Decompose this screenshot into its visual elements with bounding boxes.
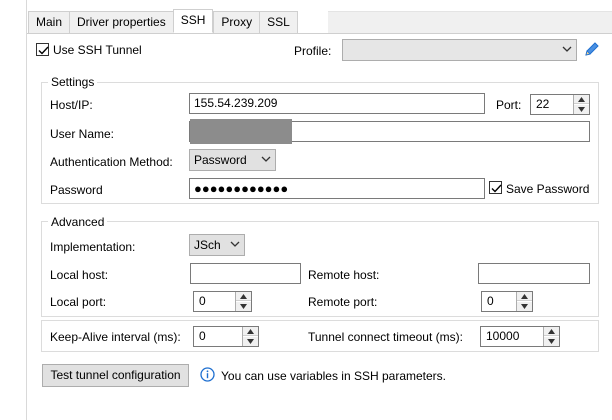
tab-strip-background bbox=[328, 11, 612, 33]
local-host-label: Local host: bbox=[50, 268, 109, 282]
settings-group-title: Settings bbox=[48, 75, 98, 89]
profile-label: Profile: bbox=[294, 44, 332, 58]
use-ssh-tunnel-checkbox[interactable] bbox=[36, 43, 49, 56]
test-tunnel-button[interactable]: Test tunnel configuration bbox=[42, 364, 189, 387]
profile-select[interactable] bbox=[342, 39, 577, 61]
auth-method-value: Password bbox=[194, 153, 247, 167]
local-host-input[interactable] bbox=[190, 263, 301, 284]
port-decrement-button[interactable] bbox=[574, 105, 589, 114]
keepalive-value: 0 bbox=[199, 329, 206, 343]
remote-port-label: Remote port: bbox=[308, 295, 378, 309]
tab-ssl[interactable]: SSL bbox=[259, 11, 298, 33]
arrow-up-icon bbox=[578, 97, 585, 102]
auth-method-label: Authentication Method: bbox=[50, 155, 173, 169]
arrow-up-icon bbox=[521, 294, 528, 299]
implementation-label: Implementation: bbox=[50, 240, 136, 254]
checkmark-icon bbox=[38, 46, 49, 55]
keepalive-stepper[interactable]: 0 bbox=[193, 326, 259, 347]
tunnel-timeout-value: 10000 bbox=[486, 329, 520, 343]
local-port-stepper-buttons bbox=[235, 292, 251, 311]
arrow-down-icon bbox=[578, 107, 585, 112]
advanced-group-title: Advanced bbox=[48, 215, 108, 229]
tunnel-timeout-stepper[interactable]: 10000 bbox=[480, 326, 560, 347]
remote-port-stepper-buttons bbox=[516, 292, 532, 311]
password-label: Password bbox=[50, 183, 103, 197]
tab-driver-properties[interactable]: Driver properties bbox=[69, 11, 173, 33]
port-value: 22 bbox=[536, 97, 550, 111]
tab-proxy[interactable]: Proxy bbox=[213, 11, 260, 33]
keepalive-stepper-buttons bbox=[242, 327, 258, 346]
save-password-checkbox[interactable] bbox=[489, 181, 502, 194]
tab-ssh[interactable]: SSH bbox=[172, 9, 214, 33]
arrow-down-icon bbox=[240, 304, 247, 309]
info-icon bbox=[200, 367, 215, 382]
arrow-down-icon bbox=[247, 339, 254, 344]
arrow-up-icon bbox=[240, 294, 247, 299]
tunnel-timeout-increment-button[interactable] bbox=[544, 327, 559, 336]
edit-profile-pencil-icon[interactable] bbox=[583, 41, 600, 58]
arrow-down-icon bbox=[521, 304, 528, 309]
keepalive-label: Keep-Alive interval (ms): bbox=[50, 330, 181, 344]
user-name-label: User Name: bbox=[50, 127, 115, 141]
tunnel-timeout-decrement-button[interactable] bbox=[544, 337, 559, 346]
local-port-value: 0 bbox=[199, 294, 206, 308]
port-label: Port: bbox=[496, 98, 522, 112]
arrow-up-icon bbox=[247, 329, 254, 334]
remote-port-decrement-button[interactable] bbox=[517, 302, 532, 311]
arrow-up-icon bbox=[548, 329, 555, 334]
keepalive-increment-button[interactable] bbox=[243, 327, 258, 336]
remote-port-stepper[interactable]: 0 bbox=[481, 291, 533, 312]
remote-port-value: 0 bbox=[487, 294, 494, 308]
chevron-down-icon bbox=[261, 156, 271, 162]
local-port-label: Local port: bbox=[50, 295, 107, 309]
tab-main[interactable]: Main bbox=[28, 11, 70, 33]
host-label: Host/IP: bbox=[50, 98, 93, 112]
remote-port-increment-button[interactable] bbox=[517, 292, 532, 301]
tunnel-timeout-label: Tunnel connect timeout (ms): bbox=[308, 330, 463, 344]
info-text: You can use variables in SSH parameters. bbox=[221, 369, 447, 383]
remote-host-label: Remote host: bbox=[308, 268, 380, 282]
remote-host-input[interactable] bbox=[478, 263, 590, 284]
password-input[interactable]: ●●●●●●●●●●●● bbox=[189, 178, 485, 199]
save-password-label: Save Password bbox=[506, 182, 590, 196]
use-ssh-tunnel-label: Use SSH Tunnel bbox=[53, 43, 142, 57]
implementation-value: JSch bbox=[194, 238, 221, 252]
arrow-down-icon bbox=[548, 339, 555, 344]
port-stepper[interactable]: 22 bbox=[530, 94, 590, 115]
keepalive-decrement-button[interactable] bbox=[243, 337, 258, 346]
local-port-decrement-button[interactable] bbox=[236, 302, 251, 311]
local-port-stepper[interactable]: 0 bbox=[193, 291, 252, 312]
chevron-down-icon bbox=[230, 241, 240, 247]
host-input[interactable]: 155.54.239.209 bbox=[189, 93, 485, 114]
port-increment-button[interactable] bbox=[574, 95, 589, 104]
tunnel-timeout-stepper-buttons bbox=[543, 327, 559, 346]
local-port-increment-button[interactable] bbox=[236, 292, 251, 301]
port-stepper-buttons bbox=[573, 95, 589, 114]
auth-method-select[interactable]: Password bbox=[189, 149, 276, 171]
tab-bar: Main Driver properties SSH Proxy SSL bbox=[28, 9, 298, 33]
checkmark-icon bbox=[491, 184, 502, 193]
ssh-settings-dialog: Main Driver properties SSH Proxy SSL Use… bbox=[0, 0, 612, 420]
implementation-select[interactable]: JSch bbox=[189, 234, 245, 256]
redacted-user-name bbox=[190, 119, 292, 144]
left-strip bbox=[0, 0, 27, 420]
chevron-down-icon bbox=[562, 46, 572, 52]
